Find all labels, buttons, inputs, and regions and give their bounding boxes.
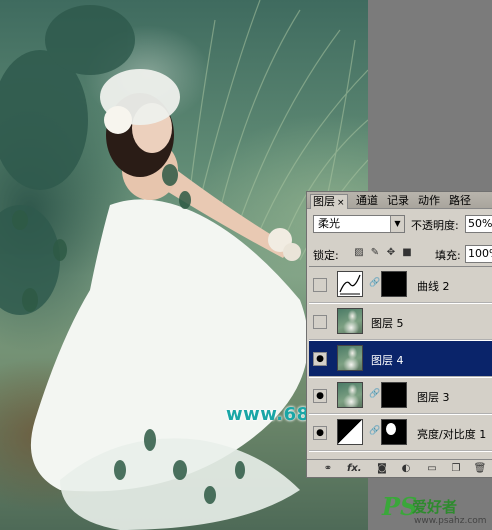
link-icon: 🔗 — [369, 426, 381, 436]
visibility-toggle[interactable] — [313, 278, 327, 292]
fill-field[interactable]: 100% — [465, 245, 492, 263]
layer-name: 图层 3 — [417, 391, 450, 404]
layer-name: 图层 4 — [371, 354, 404, 367]
tab-paths-label: 路径 — [449, 194, 471, 207]
layer-row-brightness-contrast-1[interactable]: ● 🔗 亮度/对比度 1 — [309, 415, 492, 451]
tab-channels-label: 通道 — [356, 194, 378, 207]
tab-actions-label: 动作 — [418, 194, 440, 207]
blend-mode-select[interactable]: 柔光 ▼ — [313, 215, 405, 233]
logo-url: www.psahz.com — [414, 516, 487, 526]
layer-mask-thumbnail[interactable] — [381, 382, 407, 408]
fill-label: 填充: — [435, 249, 461, 262]
eye-icon[interactable]: ● — [313, 426, 327, 440]
tab-channels[interactable]: 通道 — [354, 194, 380, 209]
lock-all-icon[interactable]: ■ — [401, 247, 413, 259]
blend-mode-value: 柔光 — [318, 217, 340, 230]
link-icon: 🔗 — [369, 389, 381, 399]
layer-thumbnail — [337, 308, 363, 334]
opacity-field[interactable]: 50% — [465, 215, 492, 233]
lock-label: 锁定: — [313, 249, 339, 262]
opacity-label: 不透明度: — [411, 219, 459, 232]
tab-actions[interactable]: 动作 — [416, 194, 442, 209]
layers-panel: 图层 × 通道 记录 动作 路径 柔光 ▼ 不透明度: 50% 锁定: ▨ ✎ ✥… — [306, 191, 492, 478]
watermark-logo: PS 爱好者 www.psahz.com — [382, 492, 492, 530]
layer-row-layer-5[interactable]: 图层 5 — [309, 304, 492, 340]
close-icon[interactable]: × — [337, 198, 345, 208]
visibility-toggle[interactable] — [313, 315, 327, 329]
lock-transparency-icon[interactable]: ▨ — [353, 247, 365, 259]
layer-name: 图层 5 — [371, 317, 404, 330]
layer-row-curves-2[interactable]: 🔗 曲线 2 — [309, 267, 492, 303]
layer-thumbnail — [337, 382, 363, 408]
link-icon: 🔗 — [369, 278, 381, 288]
layer-mask-thumbnail[interactable] — [381, 271, 407, 297]
tab-paths[interactable]: 路径 — [447, 194, 473, 209]
brightness-contrast-icon — [337, 419, 363, 445]
layer-thumbnail — [337, 345, 363, 371]
eye-icon[interactable]: ● — [313, 352, 327, 366]
mask-icon[interactable]: ◙ — [375, 462, 389, 475]
trash-icon[interactable]: 🗑 — [473, 462, 487, 475]
layer-row-layer-4[interactable]: ● 图层 4 — [309, 341, 492, 377]
layer-row-layer-3[interactable]: ● 🔗 图层 3 — [309, 378, 492, 414]
layers-list: 🔗 曲线 2 图层 5 ● 图层 4 ● 🔗 图层 3 ● 🔗 亮度/对比度 1 — [309, 266, 492, 452]
folder-icon[interactable]: ▭ — [425, 462, 439, 475]
layer-name: 亮度/对比度 1 — [417, 428, 487, 441]
logo-cn: 爱好者 — [412, 498, 458, 516]
fx-icon[interactable]: fx. — [347, 462, 362, 475]
tab-history[interactable]: 记录 — [385, 194, 411, 209]
layer-mask-thumbnail[interactable] — [381, 419, 407, 445]
lock-pixels-icon[interactable]: ✎ — [369, 247, 381, 259]
chevron-down-icon[interactable]: ▼ — [390, 216, 404, 232]
tab-layers-label: 图层 — [313, 195, 335, 208]
new-layer-icon[interactable]: ❐ — [449, 462, 463, 475]
eye-icon[interactable]: ● — [313, 389, 327, 403]
link-layers-icon[interactable]: ⚭ — [321, 462, 335, 475]
curves-icon — [337, 271, 363, 297]
adjustment-icon[interactable]: ◐ — [399, 462, 413, 475]
lock-position-icon[interactable]: ✥ — [385, 247, 397, 259]
layers-bottom-toolbar: ⚭ fx. ◙ ◐ ▭ ❐ 🗑 — [307, 459, 492, 477]
panel-tab-bar: 图层 × 通道 记录 动作 路径 — [307, 192, 492, 209]
tab-history-label: 记录 — [387, 194, 409, 207]
layer-name: 曲线 2 — [417, 280, 450, 293]
tab-layers[interactable]: 图层 × — [310, 194, 348, 209]
